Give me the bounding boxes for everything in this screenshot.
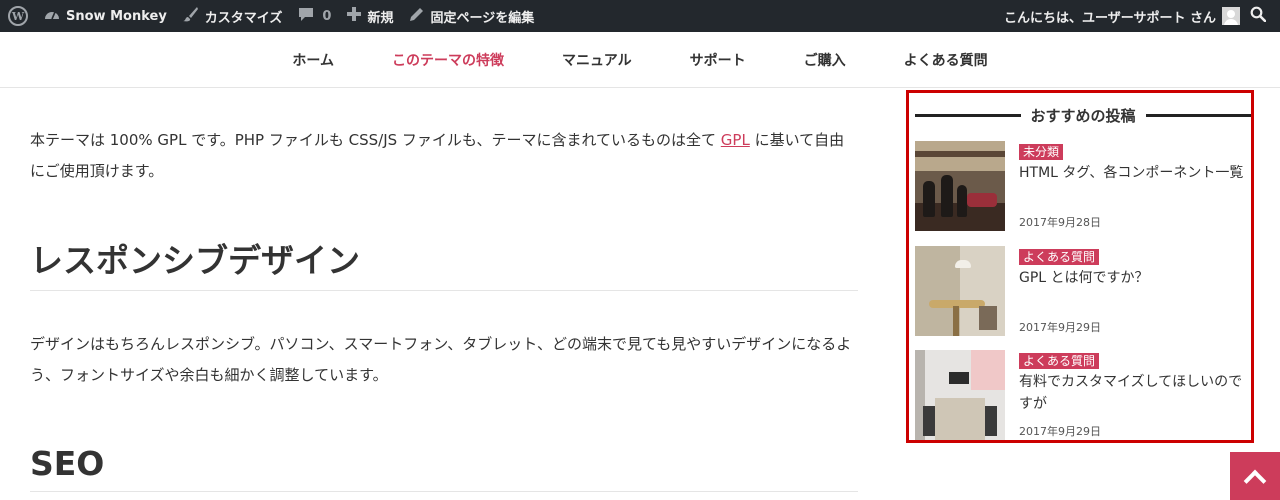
post-date: 2017年9月28日 bbox=[1019, 216, 1101, 229]
wordpress-logo-icon: W bbox=[8, 6, 28, 26]
post-title[interactable]: GPL とは何ですか？ bbox=[1019, 267, 1251, 289]
category-badge[interactable]: よくある質問 bbox=[1019, 249, 1100, 265]
gpl-link[interactable]: GPL bbox=[721, 131, 750, 149]
admin-bar: W Snow Monkey カスタマイズ 0 新規 固定ページを編集 こんにちは… bbox=[0, 0, 1280, 32]
post-body: よくある質問 GPL とは何ですか？ 2017年9月29日 bbox=[1019, 246, 1251, 338]
pencil-icon bbox=[409, 7, 424, 26]
recommended-posts-widget: おすすめの投稿 未分類 HTML タグ、各コンポーネント一覧 2017年9月28… bbox=[906, 90, 1254, 443]
post-thumbnail[interactable] bbox=[915, 141, 1005, 231]
widget-title: おすすめの投稿 bbox=[915, 103, 1252, 127]
post-thumbnail[interactable] bbox=[915, 246, 1005, 336]
site-name-label: Snow Monkey bbox=[66, 8, 167, 24]
post-date: 2017年9月29日 bbox=[1019, 425, 1101, 438]
comments-count: 0 bbox=[322, 8, 332, 24]
post-body: 未分類 HTML タグ、各コンポーネント一覧 2017年9月28日 bbox=[1019, 141, 1251, 233]
back-to-top-button[interactable] bbox=[1230, 452, 1280, 500]
post-thumbnail[interactable] bbox=[915, 350, 1005, 440]
search-button[interactable] bbox=[1244, 0, 1272, 32]
nav-item-support[interactable]: サポート bbox=[690, 50, 746, 70]
recommended-post[interactable]: 未分類 HTML タグ、各コンポーネント一覧 2017年9月28日 bbox=[915, 141, 1251, 233]
site-name-menu[interactable]: Snow Monkey bbox=[36, 0, 175, 32]
post-date: 2017年9月29日 bbox=[1019, 321, 1101, 334]
chevron-up-icon bbox=[1243, 469, 1267, 493]
title-divider-right bbox=[1145, 113, 1252, 117]
nav-item-home[interactable]: ホーム bbox=[292, 50, 334, 70]
comment-bubble-icon bbox=[298, 7, 314, 26]
title-divider-left bbox=[915, 113, 1021, 117]
license-paragraph: 本テーマは 100% GPL です。PHP ファイルも CSS/JS ファイルも… bbox=[30, 125, 858, 187]
global-nav: ホーム このテーマの特徴 マニュアル サポート ご購入 よくある質問 bbox=[0, 32, 1280, 88]
recommended-post[interactable]: よくある質問 GPL とは何ですか？ 2017年9月29日 bbox=[915, 246, 1251, 338]
post-title[interactable]: 有料でカスタマイズしてほしいのですが bbox=[1019, 371, 1251, 415]
heading-responsive-design: レスポンシブデザイン bbox=[30, 234, 858, 291]
category-badge[interactable]: よくある質問 bbox=[1019, 353, 1100, 369]
dashboard-icon bbox=[44, 7, 60, 25]
new-content-menu[interactable]: 新規 bbox=[339, 0, 401, 32]
brush-icon bbox=[182, 6, 199, 26]
plus-icon bbox=[347, 7, 362, 25]
greeting-text: こんにちは、ユーザーサポート さん bbox=[1003, 10, 1216, 26]
nav-item-purchase[interactable]: ご購入 bbox=[804, 50, 846, 70]
nav-item-faq[interactable]: よくある質問 bbox=[904, 50, 988, 70]
customize-label: カスタマイズ bbox=[204, 10, 283, 26]
post-body: よくある質問 有料でカスタマイズしてほしいのですが 2017年9月29日 bbox=[1019, 350, 1251, 442]
license-text-before: 本テーマは 100% GPL です。PHP ファイルも CSS/JS ファイルも… bbox=[30, 131, 721, 149]
my-account-menu[interactable]: こんにちは、ユーザーサポート さん bbox=[996, 0, 1244, 32]
comments-menu[interactable]: 0 bbox=[290, 0, 339, 32]
edit-page-menu[interactable]: 固定ページを編集 bbox=[401, 0, 542, 32]
avatar bbox=[1222, 7, 1240, 25]
nav-item-features[interactable]: このテーマの特徴 bbox=[392, 50, 504, 70]
heading-seo: SEO bbox=[30, 444, 858, 492]
widget-title-text: おすすめの投稿 bbox=[1030, 106, 1136, 125]
recommended-post[interactable]: よくある質問 有料でカスタマイズしてほしいのですが 2017年9月29日 bbox=[915, 350, 1251, 442]
customize-menu[interactable]: カスタマイズ bbox=[175, 0, 291, 32]
responsive-paragraph: デザインはもちろんレスポンシブ。パソコン、スマートフォン、タブレット、どの端末で… bbox=[30, 335, 852, 384]
category-badge[interactable]: 未分類 bbox=[1019, 144, 1064, 160]
search-icon bbox=[1250, 6, 1267, 26]
post-title[interactable]: HTML タグ、各コンポーネント一覧 bbox=[1019, 162, 1251, 184]
new-label: 新規 bbox=[367, 10, 394, 26]
admin-bar-secondary: こんにちは、ユーザーサポート さん bbox=[996, 0, 1272, 32]
edit-page-label: 固定ページを編集 bbox=[430, 10, 535, 26]
wordpress-menu[interactable]: W bbox=[0, 0, 36, 32]
nav-item-manual[interactable]: マニュアル bbox=[562, 50, 632, 70]
